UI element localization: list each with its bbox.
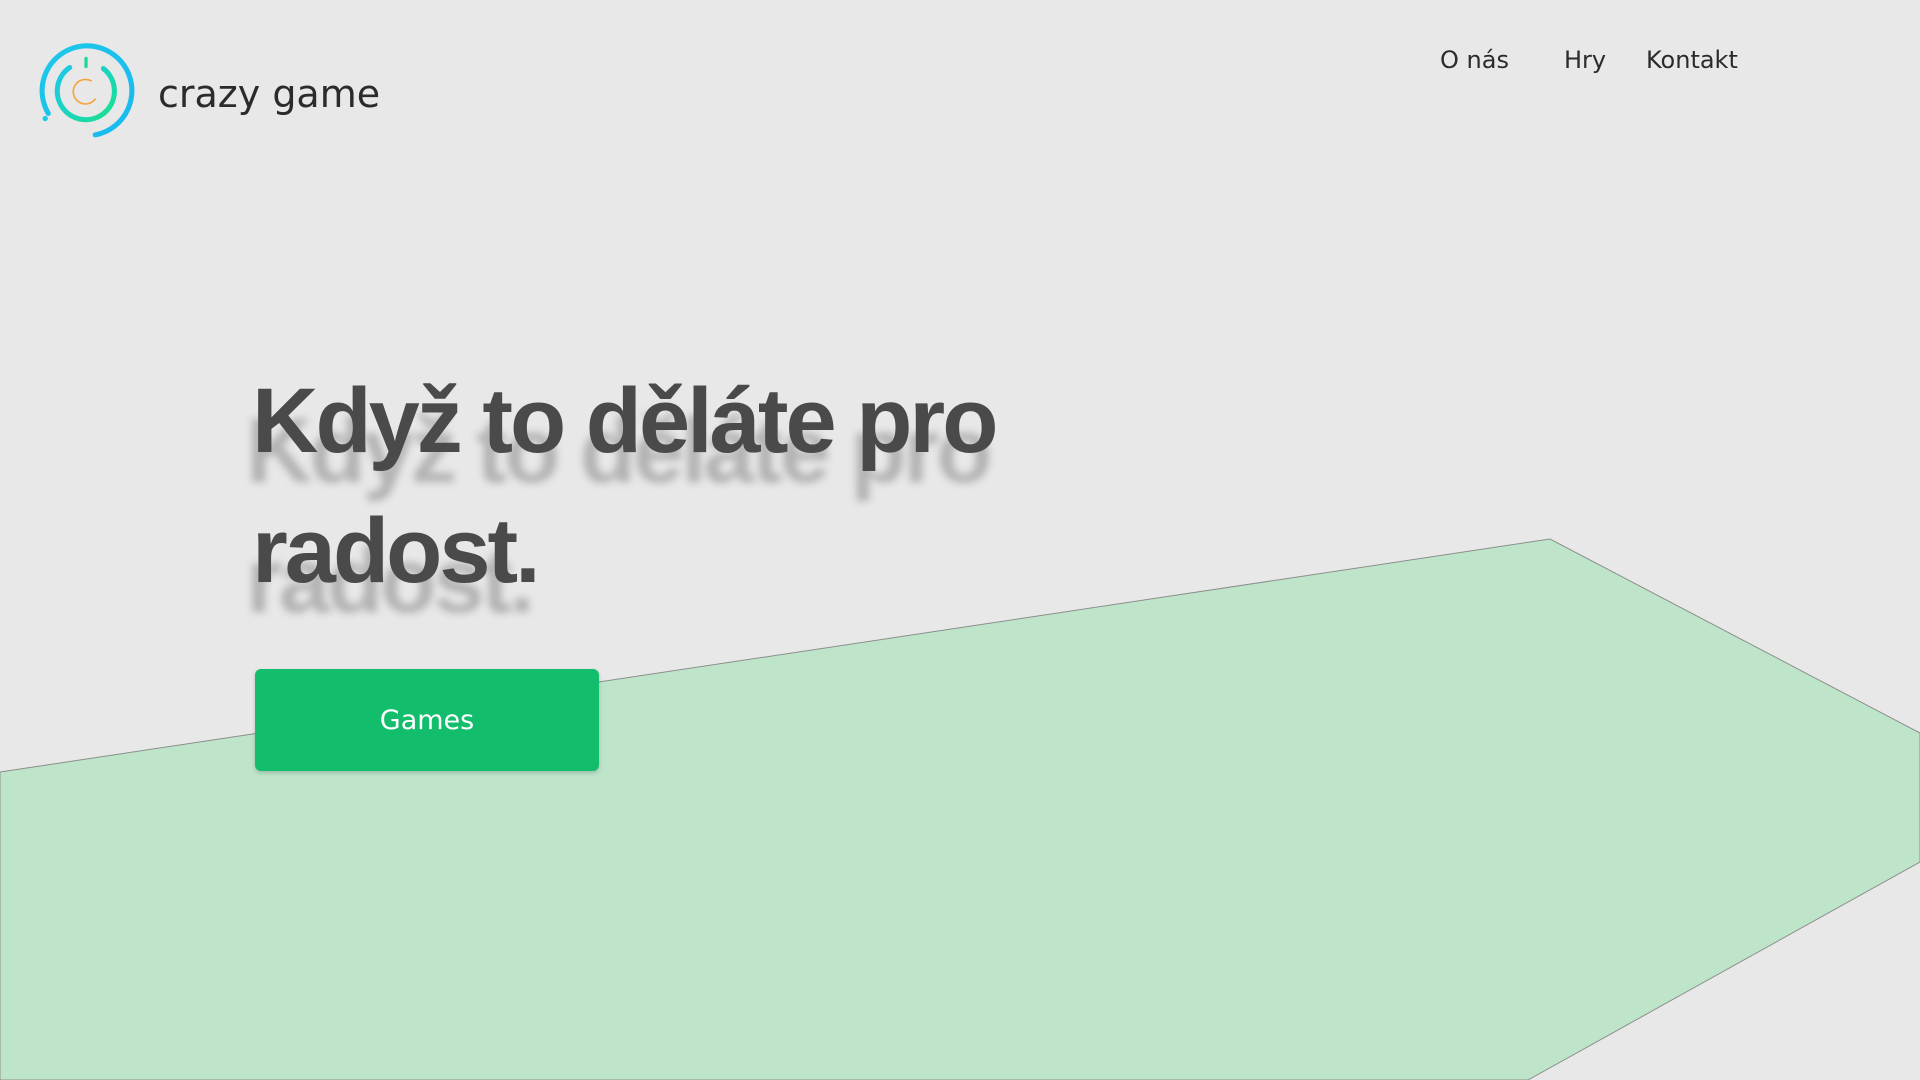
hero-section: Když to děláte pro radost. [252, 356, 1152, 616]
games-button[interactable]: Games [255, 669, 599, 771]
brand-logo[interactable]: crazy game [34, 40, 380, 142]
hero-title: Když to děláte pro radost. [252, 370, 998, 602]
nav-item-kontakt[interactable]: Kontakt [1646, 46, 1738, 74]
ring-logo-icon [39, 43, 135, 138]
nav-item-hry[interactable]: Hry [1564, 46, 1606, 74]
brand-name: crazy game [158, 72, 381, 116]
nav-item-o-nas[interactable]: O nás [1440, 46, 1509, 74]
page: crazy game O nás Hry Kontakt Když to děl… [0, 0, 1920, 1080]
